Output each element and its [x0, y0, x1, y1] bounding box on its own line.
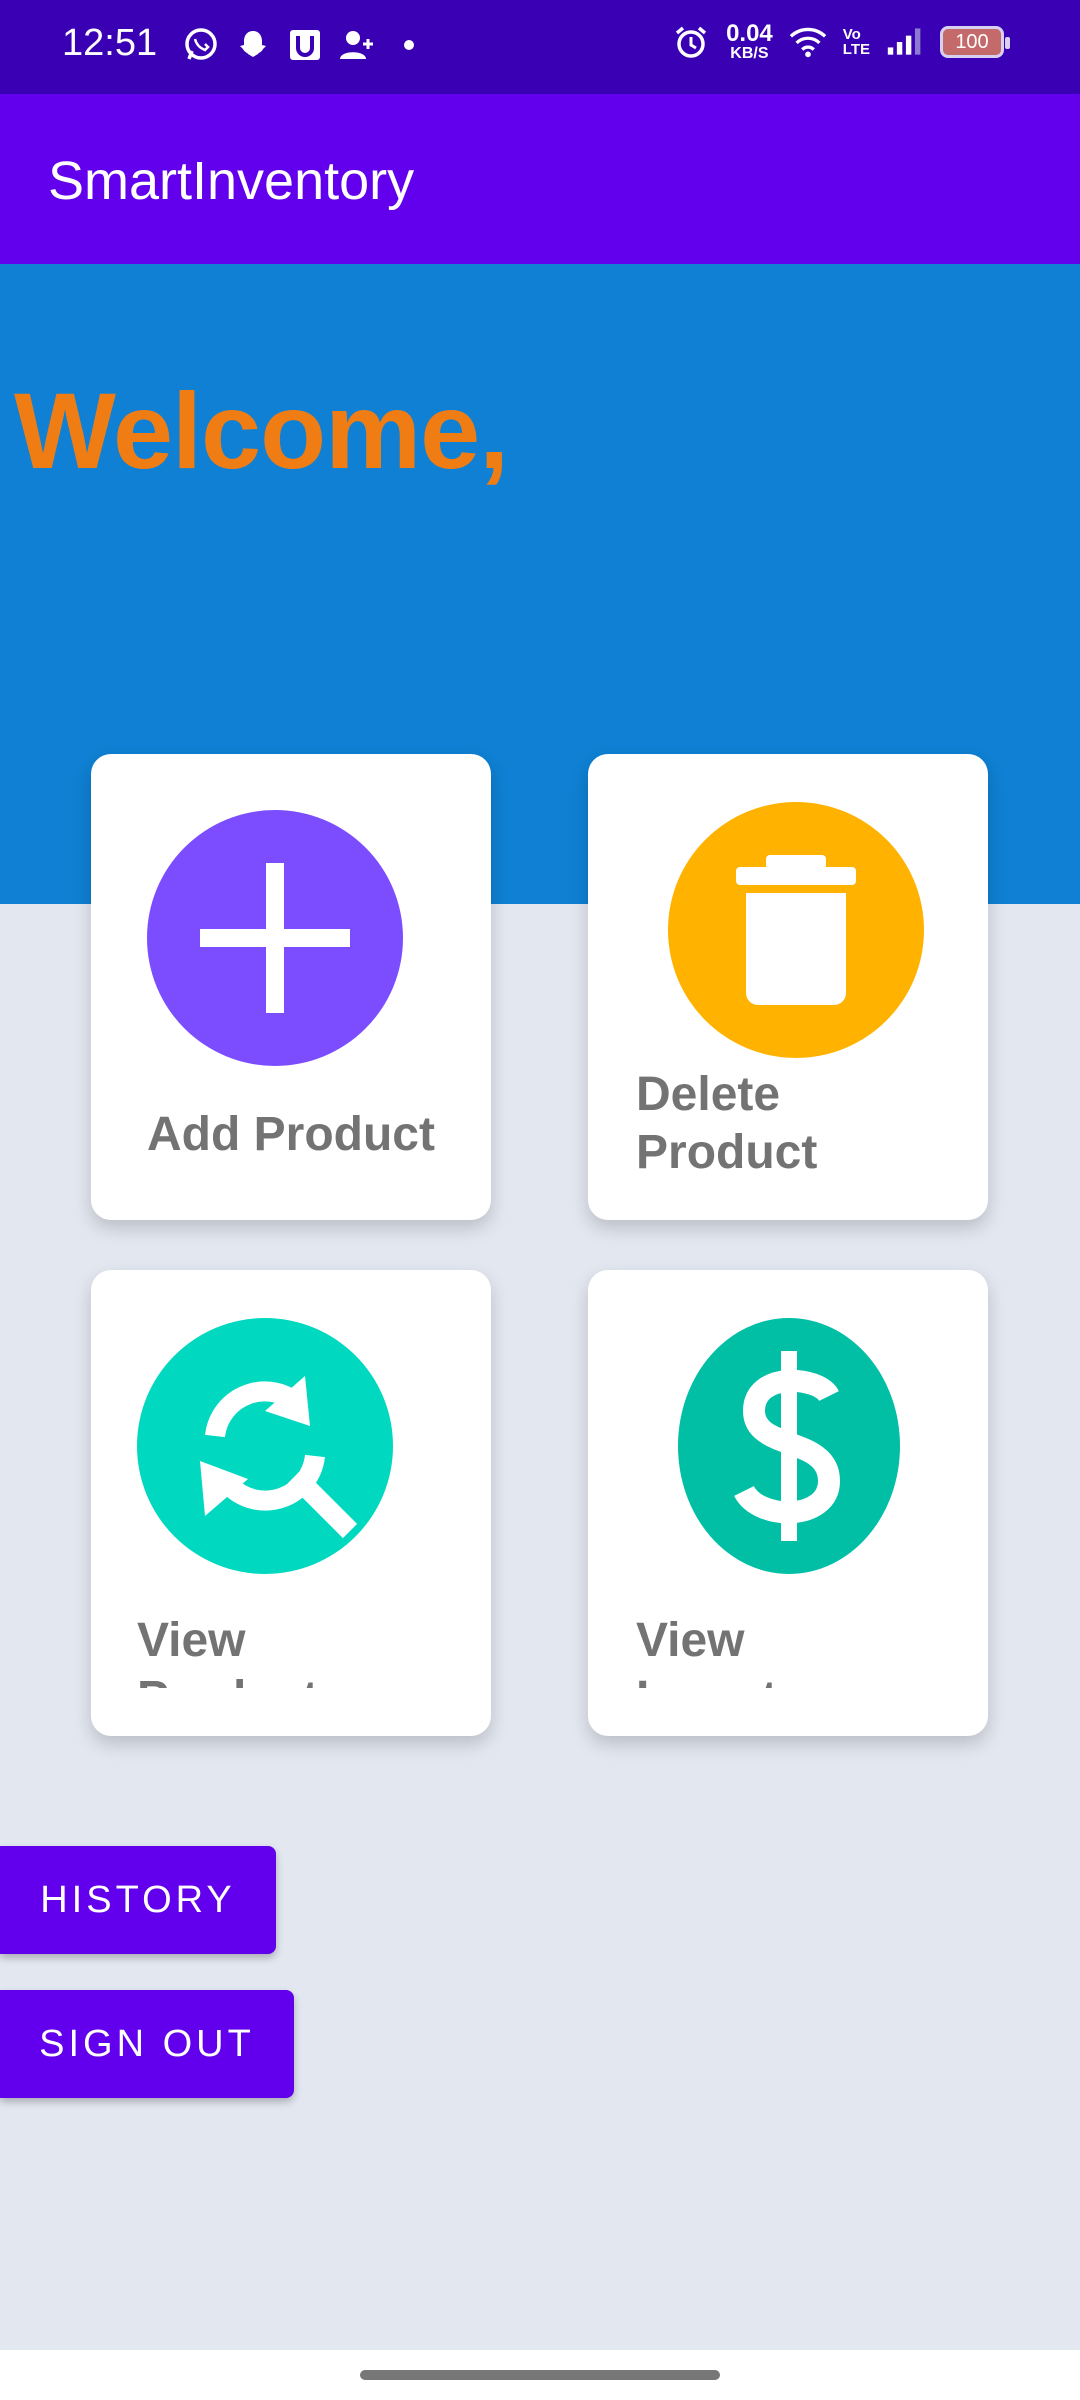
sign-out-button[interactable]: SIGN OUT: [0, 1990, 294, 2098]
volte-top: Vo: [842, 26, 861, 43]
notification-icons: [182, 26, 428, 64]
status-bar: 12:51 0.04 KB/S Vo LTE 100: [0, 0, 1080, 94]
delete-product-card[interactable]: Delete Product: [588, 754, 988, 1220]
view-product-label: View Product: [137, 1614, 318, 1688]
whatsapp-icon: [182, 26, 220, 64]
history-button[interactable]: HISTORY: [0, 1846, 276, 1954]
delete-product-label: Delete Product: [636, 1068, 818, 1179]
battery-icon: 100: [940, 26, 1010, 58]
view-inventory-label: View Inventory: [636, 1614, 852, 1688]
system-icons: 0.04 KB/S Vo LTE 100: [672, 22, 1010, 62]
trash-icon: [668, 802, 924, 1058]
view-product-card[interactable]: View Product: [91, 1270, 491, 1736]
refresh-search-icon: [137, 1318, 393, 1574]
app-bar: SmartInventory: [0, 94, 1080, 264]
app-title: SmartInventory: [48, 151, 415, 211]
add-person-icon: [338, 26, 376, 64]
net-speed-unit: KB/S: [730, 45, 769, 62]
signal-icon: [886, 23, 924, 61]
network-speed: 0.04 KB/S: [726, 22, 773, 62]
dot-icon: [390, 26, 428, 64]
dollar-icon: [678, 1318, 900, 1574]
status-time: 12:51: [62, 22, 158, 64]
gesture-nav-bar: [0, 2350, 1080, 2400]
add-product-label: Add Product: [147, 1108, 435, 1161]
welcome-text: Welcome,: [14, 370, 509, 491]
snapchat-icon: [234, 26, 272, 64]
u-app-icon: [286, 26, 324, 64]
add-product-card[interactable]: Add Product: [91, 754, 491, 1220]
wifi-icon: [789, 23, 827, 61]
home-gesture-handle[interactable]: [360, 2370, 720, 2380]
battery-level: 100: [955, 30, 989, 53]
volte-indicator: Vo LTE: [843, 27, 870, 57]
net-speed-value: 0.04: [726, 20, 773, 47]
alarm-icon: [672, 23, 710, 61]
view-inventory-card[interactable]: View Inventory: [588, 1270, 988, 1736]
volte-bottom: LTE: [842, 41, 870, 58]
plus-icon: [147, 810, 403, 1066]
